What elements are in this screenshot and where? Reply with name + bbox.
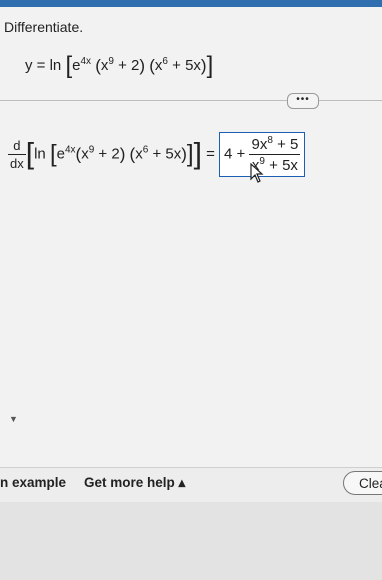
derivative-factor1-rest: + 2	[98, 145, 120, 163]
top-accent-bar	[0, 0, 382, 7]
ln-text: ln	[34, 145, 46, 163]
derivative-factor1-power: 9	[88, 144, 95, 156]
derivative-exp-base: e	[56, 145, 65, 163]
d-dx-operator: d dx	[8, 138, 26, 171]
derivative-exp-power: 4x	[64, 144, 76, 156]
problem-equation: y = ln [e4x (x9 + 2) (x6 + 5x)]	[25, 52, 214, 79]
problem-lhs: y = ln	[25, 57, 62, 74]
section-divider	[0, 100, 382, 101]
problem-factor1-rest: + 2	[118, 57, 140, 74]
mouse-cursor-icon	[250, 162, 264, 189]
derivative-factor1-base: x	[81, 145, 89, 163]
derivative-factor2-rest: + 5x	[152, 145, 182, 163]
scroll-down-arrow-icon[interactable]: ▼	[9, 414, 18, 424]
problem-factor1-power: 9	[108, 56, 114, 67]
derivative-factor2-power: 6	[142, 144, 149, 156]
clear-all-button[interactable]: Clea	[343, 471, 382, 495]
lower-background	[0, 502, 382, 580]
instruction-text: Differentiate.	[4, 19, 84, 35]
problem-exp-power: 4x	[80, 56, 92, 67]
view-example-button[interactable]: n example	[0, 475, 66, 490]
more-options-button[interactable]: •••	[287, 93, 319, 109]
derivative-factor2-base: x	[135, 145, 143, 163]
get-more-help-button[interactable]: Get more help ▴	[84, 475, 185, 491]
problem-factor2-power: 6	[162, 56, 168, 67]
answer-numerator: 9x8 + 5	[249, 135, 301, 155]
problem-factor2-rest: + 5x	[172, 57, 201, 74]
answer-lead: 4 +	[224, 145, 246, 163]
equals-sign: =	[206, 145, 215, 163]
